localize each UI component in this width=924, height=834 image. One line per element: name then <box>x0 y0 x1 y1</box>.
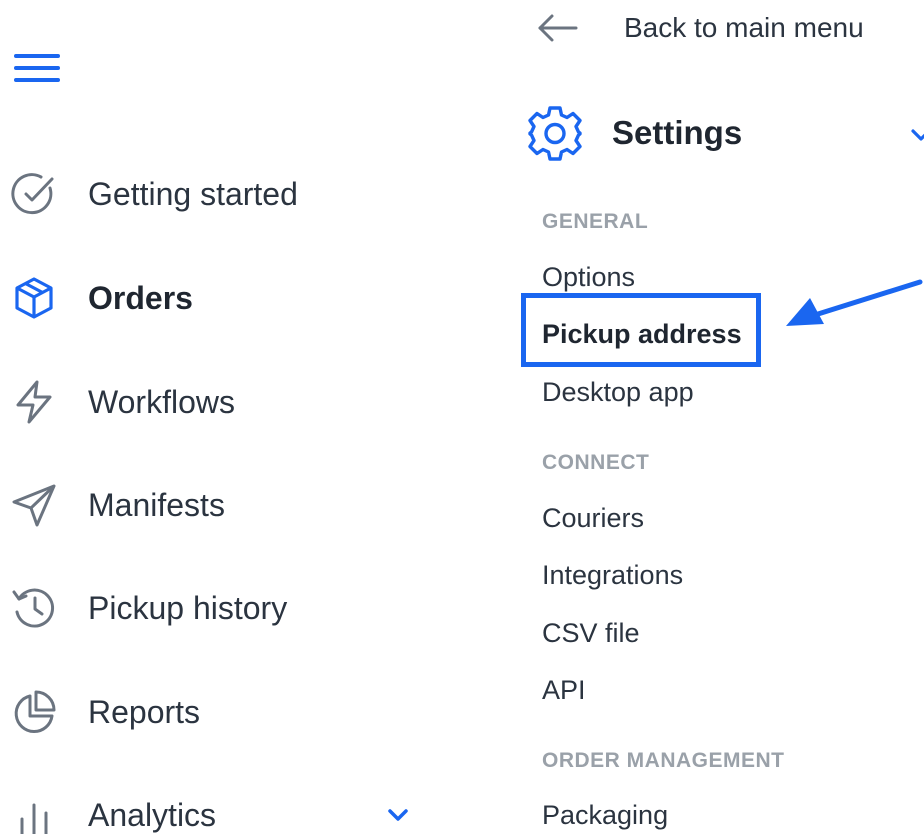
history-icon <box>8 582 60 634</box>
sidebar-item-label: Reports <box>88 693 201 730</box>
gear-icon <box>526 104 584 162</box>
sidebar-item-manifests[interactable]: Manifests <box>0 475 430 535</box>
back-link-label: Back to main menu <box>624 12 864 43</box>
sidebar-item-analytics[interactable]: Analytics <box>0 785 430 834</box>
section-title-connect: CONNECT <box>542 451 650 474</box>
settings-link-desktop-app[interactable]: Desktop app <box>542 377 694 408</box>
sidebar-item-label: Pickup history <box>88 589 288 626</box>
sidebar-item-workflows[interactable]: Workflows <box>0 372 430 432</box>
sidebar: Getting started Orders Workflows Manifes… <box>0 0 440 834</box>
sidebar-item-reports[interactable]: Reports <box>0 682 430 742</box>
sidebar-item-label: Orders <box>88 279 193 316</box>
hamburger-menu-icon[interactable] <box>14 52 60 86</box>
sidebar-item-label: Manifests <box>88 486 225 523</box>
send-icon <box>8 479 60 531</box>
pie-chart-icon <box>8 686 60 738</box>
highlight-box <box>521 293 761 367</box>
section-title-order-management: ORDER MANAGEMENT <box>542 749 785 772</box>
arrow-left-icon <box>536 12 578 44</box>
lightning-icon <box>8 376 60 428</box>
settings-link-couriers[interactable]: Couriers <box>542 503 644 534</box>
sidebar-item-label: Getting started <box>88 175 298 212</box>
settings-link-api[interactable]: API <box>542 675 586 706</box>
settings-link-packaging[interactable]: Packaging <box>542 800 668 831</box>
settings-header[interactable]: Settings <box>526 104 924 168</box>
chevron-down-icon[interactable] <box>384 801 412 829</box>
settings-panel: Back to main menu Settings GENERAL Optio… <box>520 0 924 834</box>
section-title-general: GENERAL <box>542 210 649 233</box>
page: Getting started Orders Workflows Manifes… <box>0 0 924 834</box>
bar-chart-icon <box>8 789 60 834</box>
chevron-down-icon[interactable] <box>908 122 924 148</box>
sidebar-item-pickup-history[interactable]: Pickup history <box>0 578 430 638</box>
settings-link-integrations[interactable]: Integrations <box>542 560 683 591</box>
check-circle-icon <box>8 168 60 220</box>
sidebar-item-label: Workflows <box>88 383 235 420</box>
back-to-main-menu-link[interactable]: Back to main menu <box>536 6 864 50</box>
settings-link-options[interactable]: Options <box>542 262 635 293</box>
sidebar-item-orders[interactable]: Orders <box>0 268 430 328</box>
settings-title: Settings <box>612 114 743 151</box>
box-icon <box>8 272 60 324</box>
sidebar-item-getting-started[interactable]: Getting started <box>0 164 430 224</box>
settings-link-csv-file[interactable]: CSV file <box>542 618 640 649</box>
pointer-arrow-icon <box>778 268 924 342</box>
sidebar-item-label: Analytics <box>88 796 217 833</box>
